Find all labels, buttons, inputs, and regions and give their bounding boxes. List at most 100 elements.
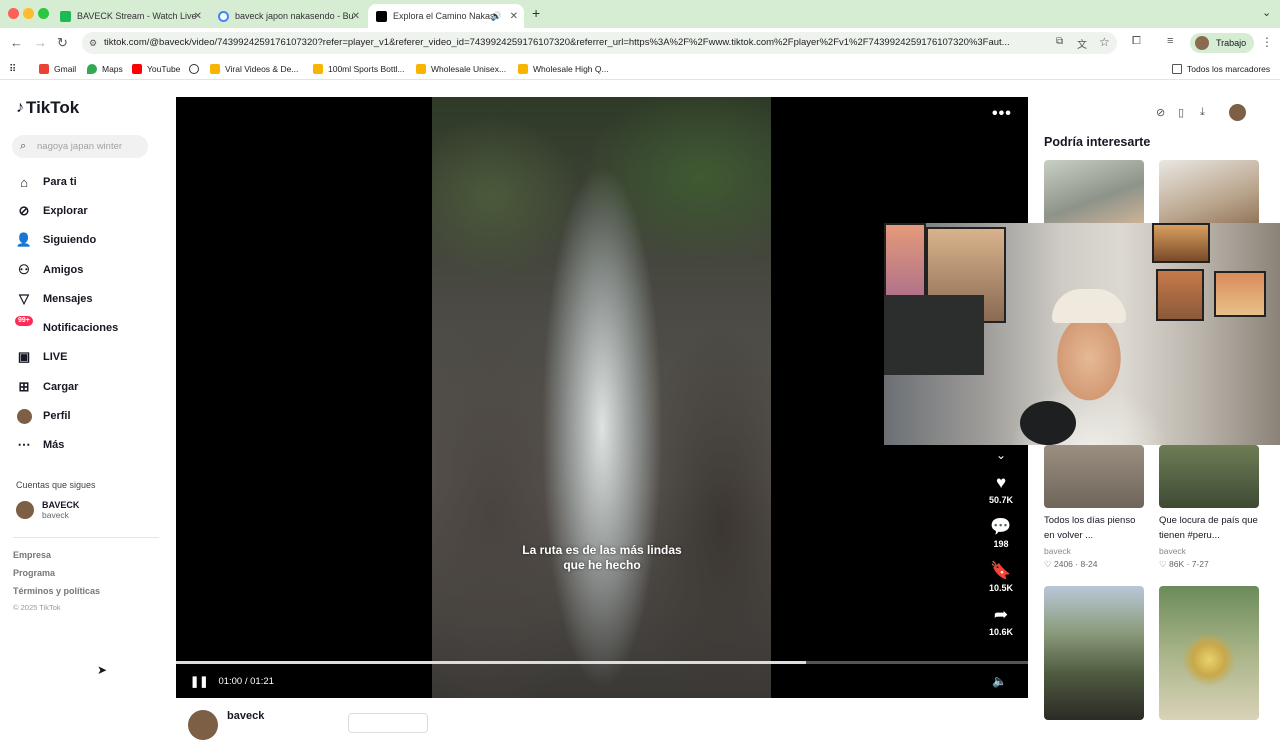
comment-button[interactable]: 💬 198: [984, 517, 1018, 549]
compass-icon: ⊘: [18, 203, 30, 218]
nav-label: Mensajes: [43, 293, 93, 305]
video-likes: 86K: [1169, 559, 1185, 569]
close-tab-icon[interactable]: ✕: [510, 11, 518, 22]
install-app-icon[interactable]: ⧉: [1056, 36, 1063, 47]
recommended-thumb-1[interactable]: [1044, 160, 1144, 230]
browser-menu-icon[interactable]: ⋮: [1261, 35, 1273, 49]
maximize-window-button[interactable]: [38, 8, 49, 19]
painting: [1152, 223, 1210, 263]
video-title[interactable]: Que locura de país que tienen #peru...: [1159, 513, 1263, 543]
more-options-icon[interactable]: •••: [992, 105, 1012, 123]
apps-grid-icon[interactable]: ⠿: [9, 64, 16, 75]
volume-icon[interactable]: 🔈: [992, 674, 1007, 688]
video-author-name[interactable]: baveck: [227, 710, 264, 722]
alibaba-icon: [416, 64, 426, 74]
nav-mensajes[interactable]: ▽ Mensajes: [16, 291, 93, 307]
bookmark-wholesale-high[interactable]: Wholesale High Q...: [518, 64, 609, 74]
save-button[interactable]: 🔖 10.5K: [984, 561, 1018, 593]
tab-label: Explora el Camino Nakase: [393, 11, 493, 21]
browser-tab-google-search[interactable]: baveck japon nakasendo - Bu ✕: [210, 4, 366, 28]
tiktok-logo[interactable]: ♪ TikTok: [16, 98, 79, 118]
following-account[interactable]: BAVECK baveck: [16, 500, 79, 520]
nav-mas[interactable]: ⋯ Más: [16, 437, 65, 453]
forward-button[interactable]: →: [34, 35, 47, 50]
upload-icon: ⊞: [18, 379, 30, 394]
search-icon: ⌕: [20, 140, 27, 152]
nav-amigos[interactable]: ⚇ Amigos: [16, 262, 83, 278]
nav-notificaciones[interactable]: 99+ Notificaciones: [15, 316, 118, 336]
follow-button[interactable]: [348, 713, 428, 733]
search-input[interactable]: ⌕ nagoya japan winter: [12, 135, 148, 158]
recommended-thumb-2[interactable]: [1159, 160, 1259, 230]
nav-live[interactable]: ▣ LIVE: [16, 349, 68, 365]
tab-favicon: [60, 10, 71, 22]
google-icon: [218, 10, 229, 22]
recommended-thumb-3[interactable]: [1044, 445, 1144, 508]
globe-icon: [189, 64, 199, 74]
reload-button[interactable]: ↻: [57, 35, 68, 51]
recommended-thumb-4[interactable]: [1159, 445, 1259, 508]
mobile-icon[interactable]: ▯: [1178, 106, 1184, 119]
footer-link-terminos[interactable]: Términos y políticas: [13, 586, 100, 596]
nav-para-ti[interactable]: ⌂ Para ti: [16, 174, 77, 190]
recommendations-title: Podría interesarte: [1044, 135, 1151, 149]
profile-avatar-icon: [16, 408, 32, 424]
close-tab-icon[interactable]: ✕: [352, 11, 360, 22]
new-tab-button[interactable]: +: [532, 5, 540, 21]
audio-playing-icon[interactable]: 🔊: [491, 11, 502, 22]
bookmark-viral-videos[interactable]: Viral Videos & De...: [210, 64, 298, 74]
user-avatar[interactable]: [1229, 104, 1246, 121]
bookmark-maps[interactable]: Maps: [87, 64, 123, 74]
video-date: 7-27: [1191, 559, 1209, 569]
close-window-button[interactable]: [8, 8, 19, 19]
nav-explorar[interactable]: ⊘ Explorar: [16, 203, 88, 219]
logo-text: TikTok: [26, 98, 80, 117]
pause-icon[interactable]: ❚❚: [190, 675, 208, 688]
video-time: 01:00 / 01:21: [218, 676, 274, 687]
browser-tab-baveck-stream[interactable]: BAVECK Stream - Watch Live ✕: [52, 4, 208, 28]
alibaba-icon: [210, 64, 220, 74]
browser-toolbar: ← → ↻ ⚙ tiktok.com/@baveck/video/7439924…: [0, 28, 1280, 58]
nav-siguiendo[interactable]: 👤 Siguiendo: [16, 232, 96, 248]
painting: [1156, 269, 1204, 321]
author-avatar[interactable]: [188, 710, 218, 740]
nav-label: Cargar: [43, 381, 79, 393]
profile-button[interactable]: Trabajo: [1190, 33, 1255, 53]
bookmark-globe[interactable]: [189, 64, 204, 74]
bookmark-gmail[interactable]: Gmail: [39, 64, 76, 74]
download-icon[interactable]: ⤓: [1200, 106, 1205, 119]
compass-icon[interactable]: ⊘: [1156, 106, 1165, 119]
desk-equipment: [884, 295, 984, 375]
bookmark-wholesale-unisex[interactable]: Wholesale Unisex...: [416, 64, 506, 74]
bookmark-label: Wholesale High Q...: [533, 64, 609, 74]
footer-link-programa[interactable]: Programa: [13, 568, 55, 578]
video-progress-bar[interactable]: [176, 661, 1028, 664]
bookmark-sports-bottle[interactable]: 100ml Sports Bottl...: [313, 64, 405, 74]
back-button[interactable]: ←: [10, 35, 23, 50]
bookmark-star-icon[interactable]: ☆: [1099, 35, 1110, 49]
all-bookmarks-folder[interactable]: Todos los marcadores: [1172, 64, 1270, 74]
cap: [1052, 289, 1126, 323]
recommended-thumb-6[interactable]: [1159, 586, 1259, 720]
translate-icon[interactable]: 文: [1077, 36, 1087, 51]
bookmark-youtube[interactable]: YouTube: [132, 64, 180, 74]
footer-link-empresa[interactable]: Empresa: [13, 550, 51, 560]
nav-perfil[interactable]: Perfil: [16, 408, 71, 424]
extensions-icon[interactable]: ⧠: [1132, 35, 1141, 48]
minimize-window-button[interactable]: [23, 8, 34, 19]
like-button[interactable]: ♥ 50.7K: [984, 473, 1018, 505]
reading-list-icon[interactable]: ≡: [1167, 35, 1173, 47]
tab-search-chevron-icon[interactable]: ⌄: [1262, 6, 1271, 19]
recommended-thumb-5[interactable]: [1044, 586, 1144, 720]
video-title[interactable]: Todos los días pienso en volver ...: [1044, 513, 1148, 543]
close-tab-icon[interactable]: ✕: [194, 11, 202, 22]
video-author[interactable]: baveck: [1044, 546, 1071, 556]
address-bar[interactable]: ⚙ tiktok.com/@baveck/video/7439924259176…: [82, 32, 1117, 54]
collapse-chevron-icon[interactable]: ⌄: [984, 445, 1018, 465]
browser-tab-tiktok[interactable]: Explora el Camino Nakase 🔊 ✕: [368, 4, 524, 28]
video-author[interactable]: baveck: [1159, 546, 1186, 556]
site-info-icon[interactable]: ⚙: [89, 32, 97, 54]
share-button[interactable]: ➦ 10.6K: [984, 605, 1018, 637]
nav-cargar[interactable]: ⊞ Cargar: [16, 379, 79, 395]
like-count: 50.7K: [988, 495, 1014, 505]
